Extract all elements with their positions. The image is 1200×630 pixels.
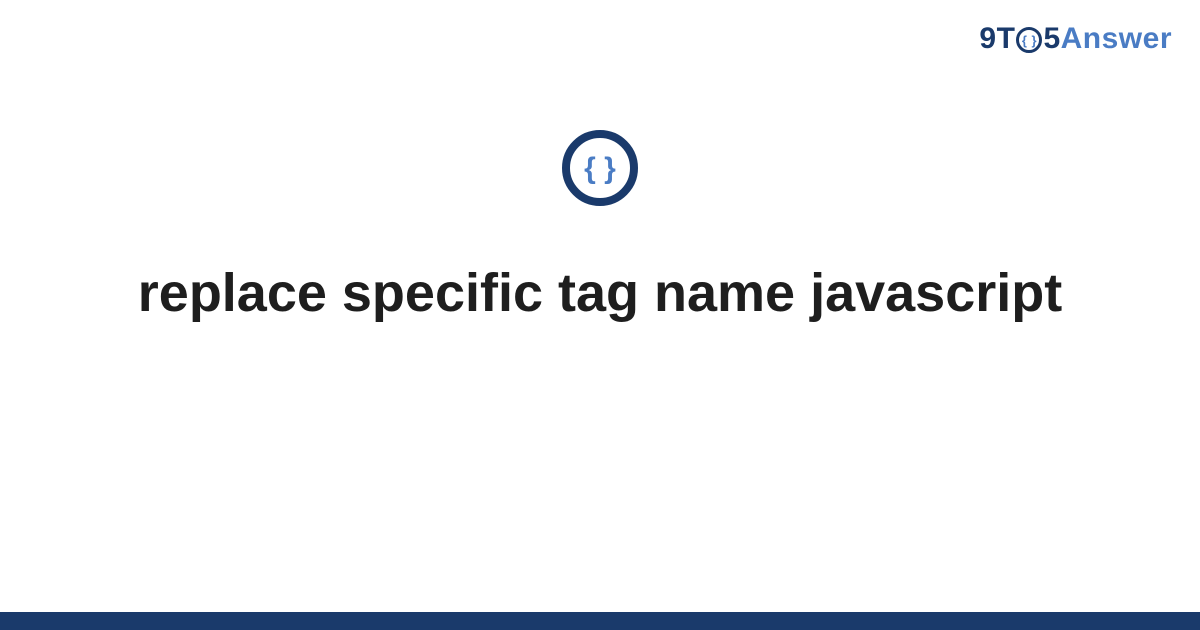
brand-prefix: 9T bbox=[979, 22, 1015, 56]
brand-suffix: Answer bbox=[1061, 22, 1172, 56]
brand-knob-icon: { } bbox=[1016, 27, 1042, 53]
svg-text:{ }: { } bbox=[584, 152, 616, 185]
brand-logo: 9T { } 5 Answer bbox=[979, 22, 1172, 56]
code-braces-icon: { } bbox=[560, 128, 640, 208]
footer-bar bbox=[0, 612, 1200, 630]
brand-mid: 5 bbox=[1043, 22, 1060, 56]
page-title: replace specific tag name javascript bbox=[0, 260, 1200, 328]
